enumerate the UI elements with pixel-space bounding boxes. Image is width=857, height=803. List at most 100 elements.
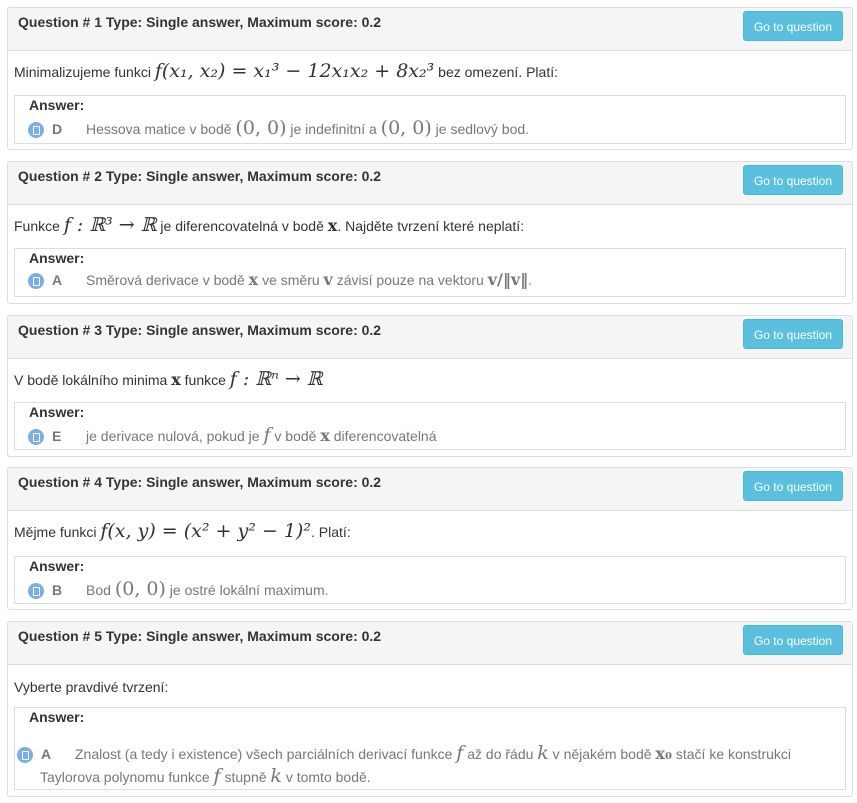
question-text-part: Vyberte pravdivé tvrzení: — [14, 679, 169, 695]
question-text: V bodě lokálního minima x funkce f : ℝⁿ … — [14, 368, 323, 390]
answer-text-part: je derivace nulová, pokud je — [86, 428, 264, 444]
answer-text: Taylorova polynomu funkce f stupně k v t… — [40, 765, 371, 787]
answer-box: Answer: D Hessova matice v bodě (0, 0) je… — [14, 95, 846, 144]
math-expression: f — [263, 424, 271, 446]
go-to-question-button[interactable]: Go to question — [743, 319, 843, 349]
answer-option: A Směrová derivace v bodě x ve směru v zá… — [28, 270, 533, 290]
question-title: Question # 5 Type: Single answer, Maximu… — [18, 628, 382, 644]
question-text: Vyberte pravdivé tvrzení: — [14, 679, 168, 695]
answer-text-part: Hessova matice v bodě — [86, 121, 236, 137]
answer-text-part: v tomto bodě. — [281, 769, 371, 785]
answer-label: Answer: — [29, 97, 85, 113]
answer-bullet-icon — [28, 273, 44, 290]
math-expression: (0, 0) — [235, 117, 287, 139]
answer-text-part: diferencovatelná — [329, 428, 437, 444]
question-title: Question # 2 Type: Single answer, Maximu… — [18, 168, 382, 184]
math-expression: v/‖v‖ — [487, 270, 529, 289]
question-text: Mějme funkci f(x, y) = (x² + y² − 1)². P… — [14, 520, 351, 542]
answer-option: B Bod (0, 0) je ostré lokální maximum. — [28, 578, 329, 600]
question-card-4: Question # 4 Type: Single answer, Maximu… — [7, 467, 853, 610]
answer-letter: A — [52, 272, 63, 288]
math-expression: f : ℝⁿ → ℝ — [229, 368, 323, 390]
math-expression: k — [270, 765, 282, 787]
answer-text-part: v bodě — [270, 428, 321, 444]
answer-text-part: je ostré lokální maximum. — [165, 582, 329, 598]
math-expression: f : ℝ³ → ℝ — [63, 214, 157, 236]
answer-box: Answer: A Znalost (a tedy i existence) vš… — [14, 707, 846, 790]
answer-text-part: Taylorova polynomu funkce — [40, 769, 214, 785]
math-expression: f(x₁, x₂) = x₁³ − 12x₁x₂ + 8x₂³ — [154, 60, 435, 82]
question-text-part: je diferencovatelná v bodě — [156, 218, 328, 234]
go-to-question-button[interactable]: Go to question — [743, 165, 843, 195]
go-to-question-button[interactable]: Go to question — [743, 11, 843, 41]
question-card-5: Question # 5 Type: Single answer, Maximu… — [7, 621, 853, 797]
math-expression: f — [213, 765, 221, 787]
question-header: Question # 4 Type: Single answer, Maximu… — [8, 468, 852, 511]
math-expression: x — [327, 216, 338, 235]
math-expression: x — [171, 370, 181, 389]
answer-letter: E — [52, 428, 62, 444]
answer-letter: B — [52, 582, 63, 598]
answer-text-part: Bod — [86, 582, 115, 598]
answer-letter: D — [52, 121, 63, 137]
answer-label: Answer: — [29, 709, 85, 725]
answer-text-part: stačí ke konstrukci — [671, 746, 792, 762]
math-expression: f(x, y) = (x² + y² − 1)² — [100, 520, 311, 542]
question-text-part: . Platí: — [310, 524, 351, 540]
question-title: Question # 3 Type: Single answer, Maximu… — [18, 322, 382, 338]
answer-text-part: Znalost (a tedy i existence) všech parci… — [75, 746, 457, 762]
question-text-part: Funkce — [14, 218, 64, 234]
answer-bullet-icon — [28, 429, 44, 446]
math-expression: (0, 0) — [380, 117, 432, 139]
question-text-part: Minimalizujeme funkci — [14, 64, 155, 80]
question-text: Minimalizujeme funkci f(x₁, x₂) = x₁³ − … — [14, 60, 558, 82]
answer-text-part: závisí pouze na vektoru — [332, 272, 488, 288]
answer-label: Answer: — [29, 250, 85, 266]
answer-text: je derivace nulová, pokud je f v bodě x … — [86, 424, 437, 446]
math-expression: v — [323, 270, 333, 289]
answer-option-continued: Taylorova polynomu funkce f stupně k v t… — [40, 765, 371, 787]
question-card-2: Question # 2 Type: Single answer, Maximu… — [7, 161, 853, 304]
question-text-part: funkce — [180, 372, 230, 388]
math-expression: k — [537, 742, 549, 764]
question-title: Question # 4 Type: Single answer, Maximu… — [18, 474, 382, 490]
question-header: Question # 1 Type: Single answer, Maximu… — [8, 8, 852, 51]
answer-text: Znalost (a tedy i existence) všech parci… — [75, 742, 792, 764]
answer-option: A Znalost (a tedy i existence) všech parc… — [17, 742, 791, 764]
question-text-part: V bodě lokálního minima — [14, 372, 172, 388]
answer-option: Eje derivace nulová, pokud je f v bodě x… — [28, 424, 437, 446]
answer-bullet-icon — [17, 747, 33, 764]
answer-text: Bod (0, 0) je ostré lokální maximum. — [86, 578, 329, 600]
math-expression: x₀ — [655, 744, 672, 763]
answer-option: D Hessova matice v bodě (0, 0) je indefin… — [28, 117, 529, 139]
answer-text-part: je sedlový bod. — [431, 121, 530, 137]
answer-box: Answer: B Bod (0, 0) je ostré lokální max… — [14, 556, 846, 604]
question-title: Question # 1 Type: Single answer, Maximu… — [18, 14, 382, 30]
question-text-part: Mějme funkci — [14, 524, 101, 540]
math-expression: (0, 0) — [114, 578, 166, 600]
question-text-part: . Najděte tvrzení které neplatí: — [337, 218, 525, 234]
question-header: Question # 2 Type: Single answer, Maximu… — [8, 162, 852, 205]
question-header: Question # 5 Type: Single answer, Maximu… — [8, 622, 852, 665]
answer-text-part: ve směru — [258, 272, 324, 288]
answer-bullet-icon — [28, 583, 44, 600]
answer-text-part: v nějakém bodě — [548, 746, 656, 762]
answer-label: Answer: — [29, 558, 85, 574]
answer-text-part: je indefinitní a — [286, 121, 381, 137]
answer-text-part: . — [528, 272, 533, 288]
answer-box: Answer: A Směrová derivace v bodě x ve sm… — [14, 248, 846, 297]
answer-text: Směrová derivace v bodě x ve směru v záv… — [86, 270, 533, 289]
question-card-1: Question # 1 Type: Single answer, Maximu… — [7, 7, 853, 150]
question-text: Funkce f : ℝ³ → ℝ je diferencovatelná v … — [14, 214, 524, 236]
answer-text-part: až do řádu — [463, 746, 538, 762]
answer-label: Answer: — [29, 404, 85, 420]
question-text-part: bez omezení. Platí: — [434, 64, 558, 80]
go-to-question-button[interactable]: Go to question — [743, 625, 843, 655]
answer-bullet-icon — [28, 122, 44, 139]
math-expression: x — [320, 426, 330, 445]
answer-text-part: Směrová derivace v bodě — [86, 272, 249, 288]
question-header: Question # 3 Type: Single answer, Maximu… — [8, 316, 852, 359]
math-expression: x — [248, 270, 259, 289]
answer-text-part: stupně — [220, 769, 271, 785]
go-to-question-button[interactable]: Go to question — [743, 471, 843, 501]
